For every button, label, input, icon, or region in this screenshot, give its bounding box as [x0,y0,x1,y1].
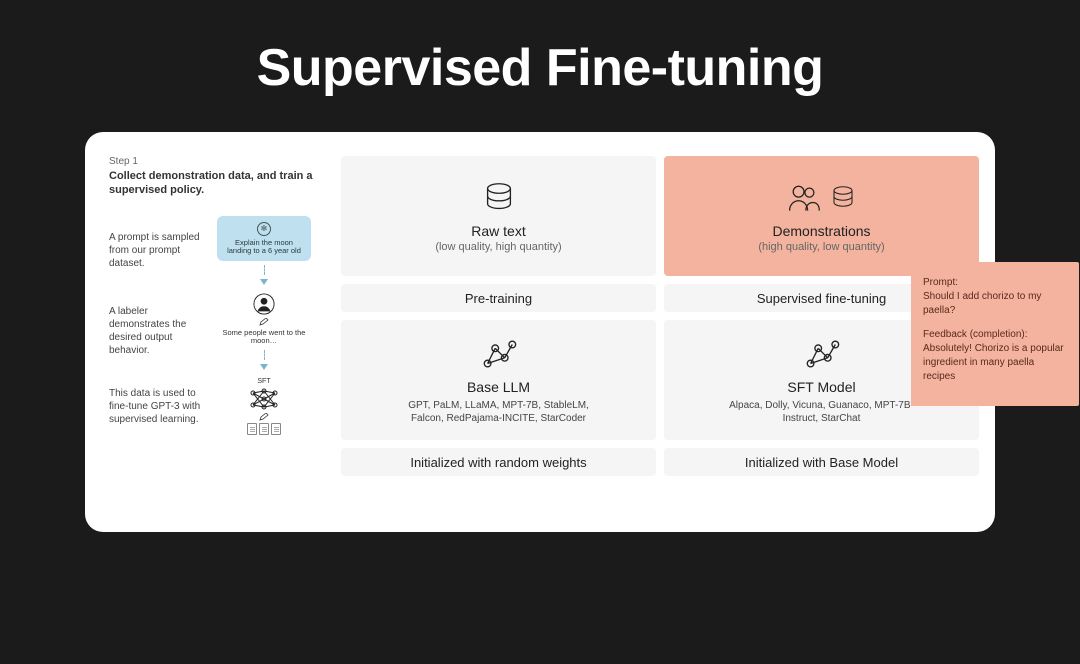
graph-icon [479,335,519,373]
note-feedback-label: Feedback (completion): [923,328,1067,342]
step-row-prompt: A prompt is sampled from our prompt data… [109,216,329,286]
arrow-stem [264,350,265,360]
example-note: Prompt: Should I add chorizo to my paell… [911,262,1079,406]
row-text: This data is used to fine-tune GPT-3 wit… [109,387,207,426]
cell-demonstrations: Demonstrations (high quality, low quanti… [664,156,979,276]
cell-title: Demonstrations [772,223,870,239]
cell-init-random: Initialized with random weights [341,448,656,476]
note-prompt-body: Should I add chorizo to my paella? [923,290,1067,318]
sft-block: SFT [247,378,281,435]
pencil-icon [259,413,269,421]
cell-init-base: Initialized with Base Model [664,448,979,476]
row-text: A labeler demonstrates the desired outpu… [109,305,207,357]
prompt-chip: ✻ Explain the moon landing to a 6 year o… [217,216,311,262]
arrow-down-icon [260,364,268,370]
step-row-labeler: A labeler demonstrates the desired outpu… [109,293,329,370]
cell-title: SFT Model [787,379,855,395]
step-label: Step 1 [109,156,329,167]
cell-pretraining: Pre-training [341,284,656,312]
diagram-card: Step 1 Collect demonstration data, and t… [85,132,995,532]
cell-title: Base LLM [467,379,530,395]
globe-icon: ✻ [257,222,271,236]
sft-badge: SFT [257,378,270,385]
labeler-block: Some people went to the moon… [217,293,311,346]
cell-sub: (high quality, low quantity) [758,241,884,253]
person-icon [253,293,275,315]
network-icon [249,387,279,411]
pencil-icon [259,318,269,326]
note-feedback-body: Absolutely! Chorizo is a popular ingredi… [923,342,1067,384]
step-heading: Collect demonstration data, and train a … [109,169,329,198]
people-icon [786,179,822,217]
cell-base-llm: Base LLM GPT, PaLM, LLaMA, MPT-7B, Stabl… [341,320,656,440]
cell-sub: (low quality, high quantity) [435,241,561,253]
cell-raw-text: Raw text (low quality, high quantity) [341,156,656,276]
center-grid: Raw text (low quality, high quantity) De… [341,156,979,516]
arrow-stem [264,265,265,275]
cell-title: Raw text [471,223,525,239]
row-text: A prompt is sampled from our prompt data… [109,231,207,270]
database-icon [828,179,858,217]
labeler-caption: Some people went to the moon… [217,329,311,346]
cell-list: GPT, PaLM, LLaMA, MPT-7B, StableLM, Falc… [399,399,599,425]
prompt-chip-text: Explain the moon landing to a 6 year old [225,239,303,256]
cell-list: Alpaca, Dolly, Vicuna, Guanaco, MPT-7B-I… [722,399,922,425]
database-icon [479,179,519,217]
note-prompt-label: Prompt: [923,276,1067,290]
arrow-down-icon [260,279,268,285]
slide-title: Supervised Fine-tuning [0,38,1080,98]
graph-icon [802,335,842,373]
step1-panel: Step 1 Collect demonstration data, and t… [109,156,329,516]
step-row-train: This data is used to fine-tune GPT-3 wit… [109,378,329,435]
docs-icon [247,423,281,435]
